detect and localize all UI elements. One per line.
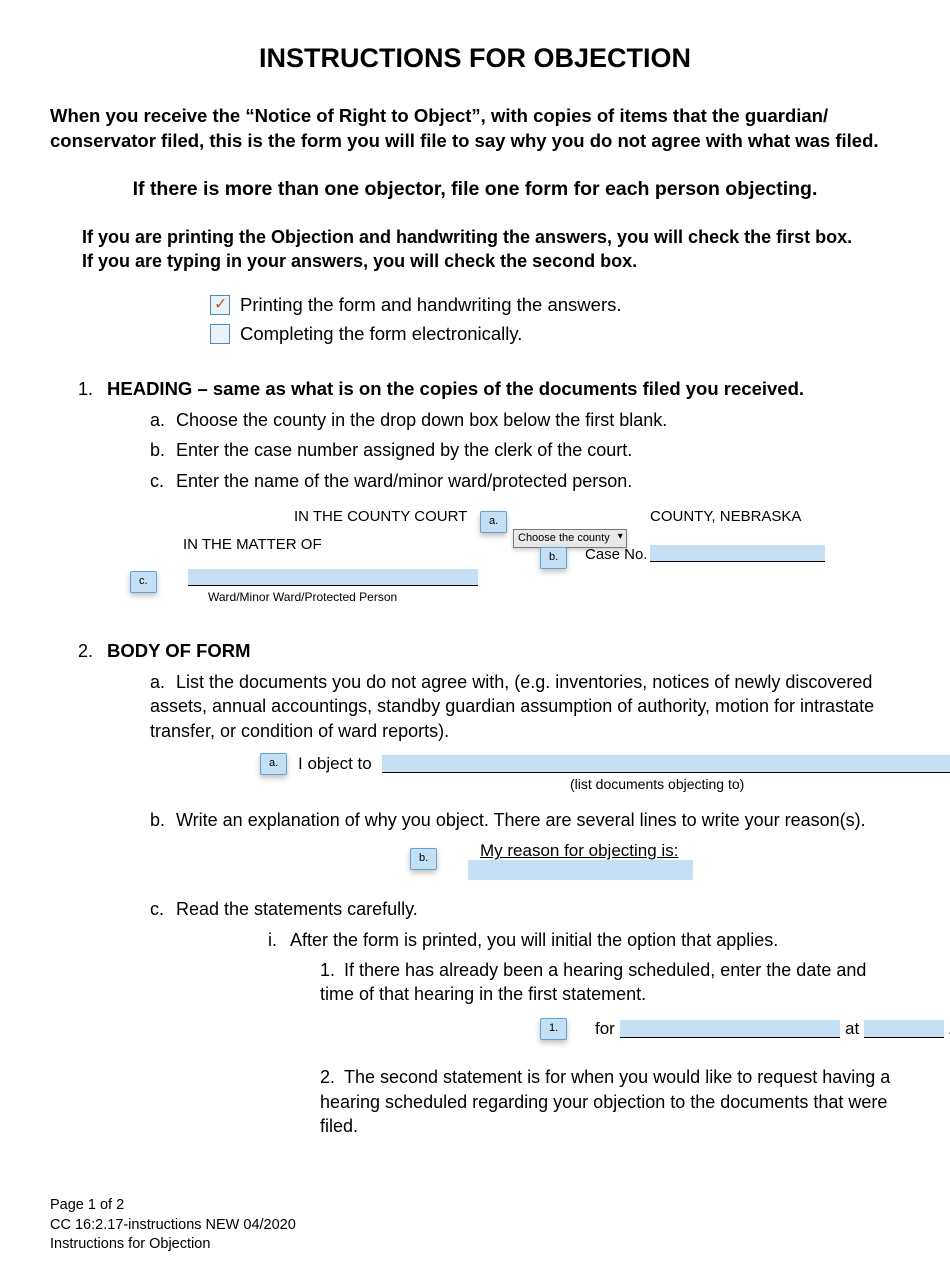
checkbox-options: Printing the form and handwriting the an… (210, 293, 900, 347)
sec2-b-label: b. (150, 808, 176, 832)
sec1-b-text: Enter the case number assigned by the cl… (176, 440, 632, 460)
hearing-for: for (595, 1018, 615, 1041)
caseno-fill[interactable] (650, 545, 825, 562)
heading-form-sample: IN THE COUNTY COURT COUNTY, NEBRASKA a. … (128, 507, 900, 617)
footer-title: Instructions for Objection (50, 1235, 900, 1255)
object-caption: (list documents objecting to) (570, 775, 744, 794)
sample-matter: IN THE MATTER OF (183, 535, 322, 555)
checkbox-handwriting[interactable] (210, 295, 230, 315)
sec1-c-text: Enter the name of the ward/minor ward/pr… (176, 471, 632, 491)
sample-caseno: Case No. (585, 545, 648, 565)
sec2-a-label: a. (150, 670, 176, 694)
sec2-b-text: Write an explanation of why you object. … (176, 810, 866, 830)
object-fill-line[interactable] (382, 755, 950, 773)
checkbox-electronic[interactable] (210, 324, 230, 344)
footer-code: CC 16:2.17-instructions NEW 04/2020 (50, 1216, 900, 1236)
ward-fill[interactable] (188, 569, 478, 586)
sec1-a-text: Choose the county in the drop down box b… (176, 410, 667, 430)
callout-2a: a. (260, 753, 287, 775)
sec1-b-label: b. (150, 438, 176, 462)
sample-court-left: IN THE COUNTY COURT (294, 507, 467, 527)
page-title: INSTRUCTIONS FOR OBJECTION (50, 40, 900, 76)
hearing-at: at (845, 1018, 859, 1041)
object-lead: I object to (298, 753, 372, 776)
callout-2c1: 1. (540, 1018, 567, 1040)
hearing-time-fill[interactable] (864, 1020, 944, 1038)
section-1-number: 1. (78, 377, 102, 401)
section-2-number: 2. (78, 639, 102, 663)
sec2-a-text: List the documents you do not agree with… (150, 672, 874, 741)
object-sample: a. I object to (list documents objecting… (260, 753, 900, 798)
section-1-heading: HEADING – same as what is on the copies … (107, 378, 804, 399)
sec2-c-i-text: After the form is printed, you will init… (290, 930, 778, 950)
sec2-c-text: Read the statements carefully. (176, 899, 418, 919)
intro-paragraph: When you receive the “Notice of Right to… (50, 104, 900, 154)
print-type-note: If you are printing the Objection and ha… (82, 225, 868, 274)
callout-c: c. (130, 571, 157, 593)
sec1-a-label: a. (150, 408, 176, 432)
reason-text: My reason for objecting is: (480, 840, 678, 863)
sec2-c-label: c. (150, 897, 176, 921)
page-footer: Page 1 of 2 CC 16:2.17-instructions NEW … (50, 1196, 900, 1255)
sec2-c-i-2-label: 2. (320, 1065, 344, 1089)
sec2-c-i-label: i. (268, 928, 290, 952)
hearing-date-fill[interactable] (620, 1020, 840, 1038)
reason-sample: b. My reason for objecting is: (410, 840, 900, 885)
ward-caption: Ward/Minor Ward/Protected Person (208, 589, 397, 605)
sec2-c-i-1-text: If there has already been a hearing sche… (320, 960, 866, 1004)
hearing-sample: 1. for at .m. (540, 1018, 900, 1053)
section-2-heading: BODY OF FORM (107, 640, 251, 661)
callout-a: a. (480, 511, 507, 533)
checkbox-electronic-label: Completing the form electronically. (240, 322, 522, 347)
multi-objector-note: If there is more than one objector, file… (78, 176, 872, 202)
sec2-c-i-2-text: The second statement is for when you wou… (320, 1067, 890, 1136)
sample-state: COUNTY, NEBRASKA (650, 507, 801, 527)
footer-page: Page 1 of 2 (50, 1196, 900, 1216)
sec1-c-label: c. (150, 469, 176, 493)
callout-2b: b. (410, 848, 437, 870)
callout-b: b. (540, 547, 567, 569)
sec2-c-i-1-label: 1. (320, 958, 344, 982)
checkbox-handwriting-label: Printing the form and handwriting the an… (240, 293, 622, 318)
